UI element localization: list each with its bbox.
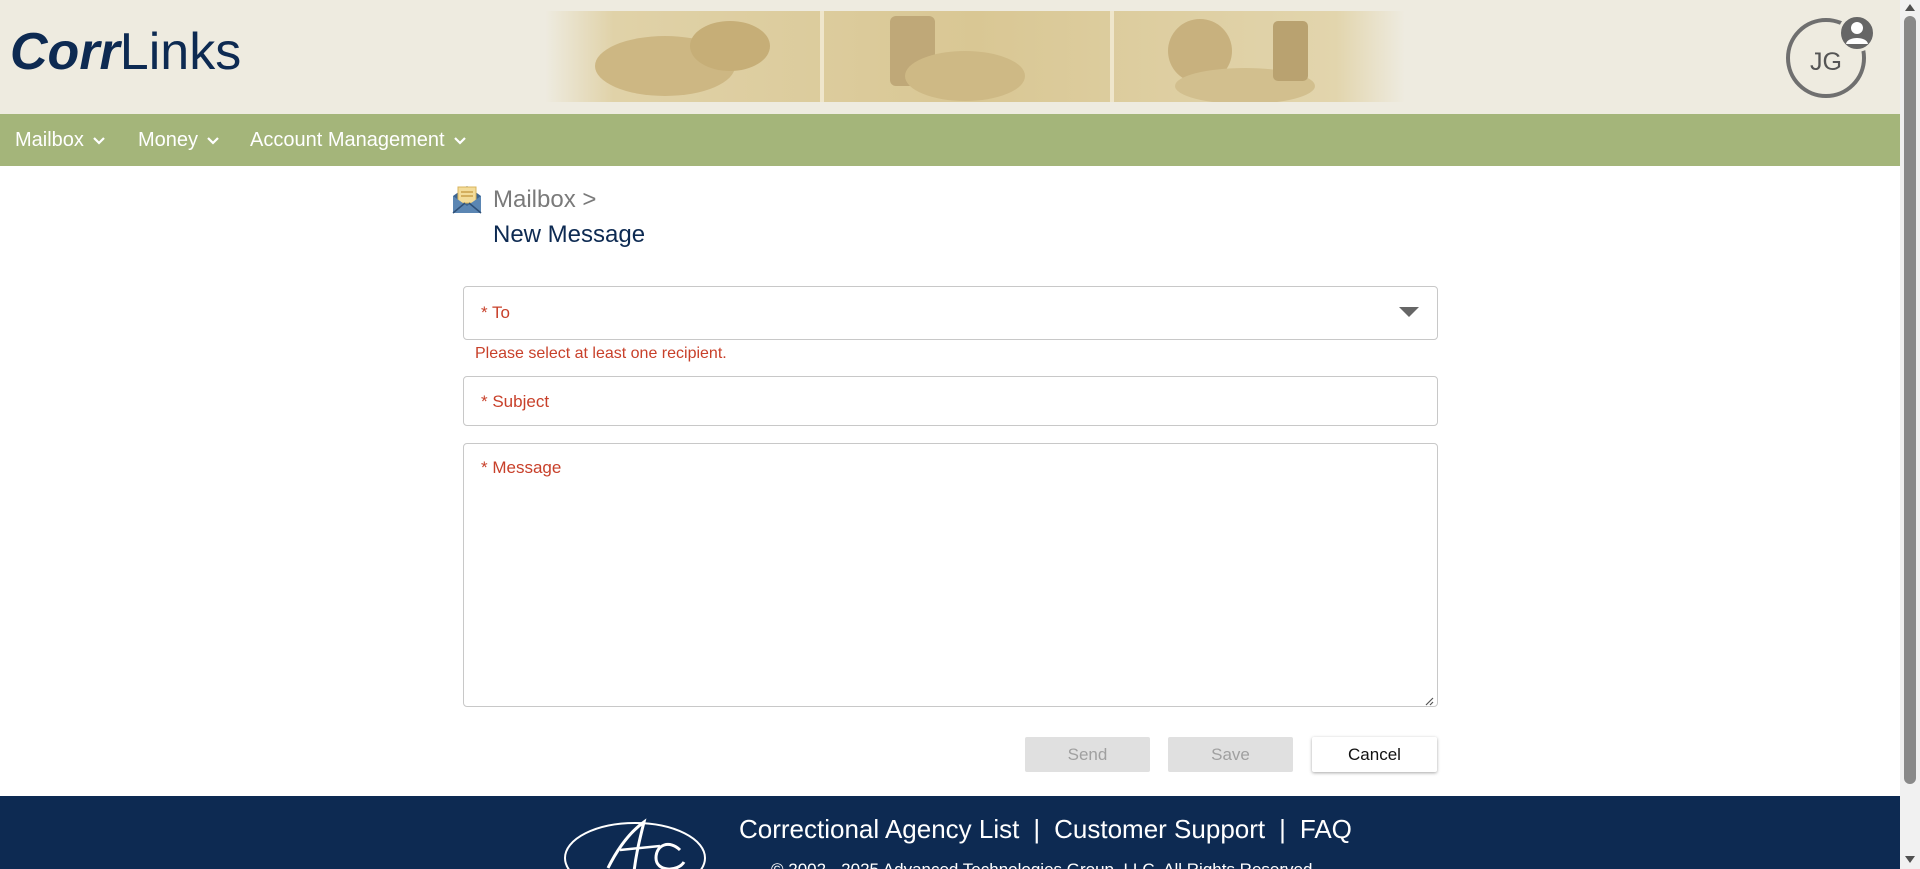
nav-item-money[interactable]: Money [138,114,220,166]
footer-link-agency-list[interactable]: Correctional Agency List [739,814,1019,844]
message-label: * Message [481,458,562,477]
footer-separator: | [1279,814,1286,844]
to-error-message: Please select at least one recipient. [475,345,727,362]
nav-item-label: Account Management [250,128,445,151]
message-textarea[interactable]: * Message [463,443,1438,707]
resize-handle-icon[interactable] [1424,693,1434,706]
nav-item-label: Mailbox [15,128,84,151]
chevron-down-icon [92,129,106,152]
atg-logo [560,810,710,869]
send-button[interactable]: Send [1025,737,1150,772]
logo-light-text: Links [119,23,242,81]
cancel-button[interactable]: Cancel [1312,737,1437,772]
scroll-down-arrow-icon[interactable] [1905,856,1915,863]
nav-item-account-management[interactable]: Account Management [250,114,467,166]
corrlinks-logo[interactable]: CorrLinks [10,22,241,82]
footer: Correctional Agency List | Customer Suppor… [0,796,1900,869]
chevron-down-icon [453,129,467,152]
subject-label: * Subject [481,392,550,411]
scrollbar-thumb[interactable] [1904,16,1916,784]
dropdown-caret-icon[interactable] [1399,307,1419,317]
user-profile-icon [1838,14,1876,52]
page-title: New Message [493,221,646,248]
page-scrollbar[interactable] [1900,0,1920,869]
save-button[interactable]: Save [1168,737,1293,772]
to-recipient-select[interactable]: * To [463,286,1438,340]
logo-bold-text: Corr [10,23,120,81]
footer-separator: | [1033,814,1041,844]
footer-links: Correctional Agency List | Customer Suppor… [739,814,1352,845]
main-nav: Mailbox Money Account Management [0,114,1900,166]
scroll-up-arrow-icon[interactable] [1905,4,1915,11]
footer-link-faq[interactable]: FAQ [1300,814,1352,844]
to-label: * To [481,303,510,322]
subject-input[interactable]: * Subject [463,376,1438,426]
header-banner-image [545,11,1405,102]
chevron-down-icon [206,129,220,152]
header: CorrLinks JG [0,0,1900,114]
footer-copyright: © 2002 - 2025 Advanced Technologies Grou… [771,860,1312,869]
breadcrumb-parent-link[interactable]: Mailbox > [493,186,596,214]
nav-item-mailbox[interactable]: Mailbox [15,114,106,166]
open-envelope-icon [450,183,484,215]
nav-item-label: Money [138,128,199,151]
footer-link-customer-support[interactable]: Customer Support [1054,814,1265,844]
